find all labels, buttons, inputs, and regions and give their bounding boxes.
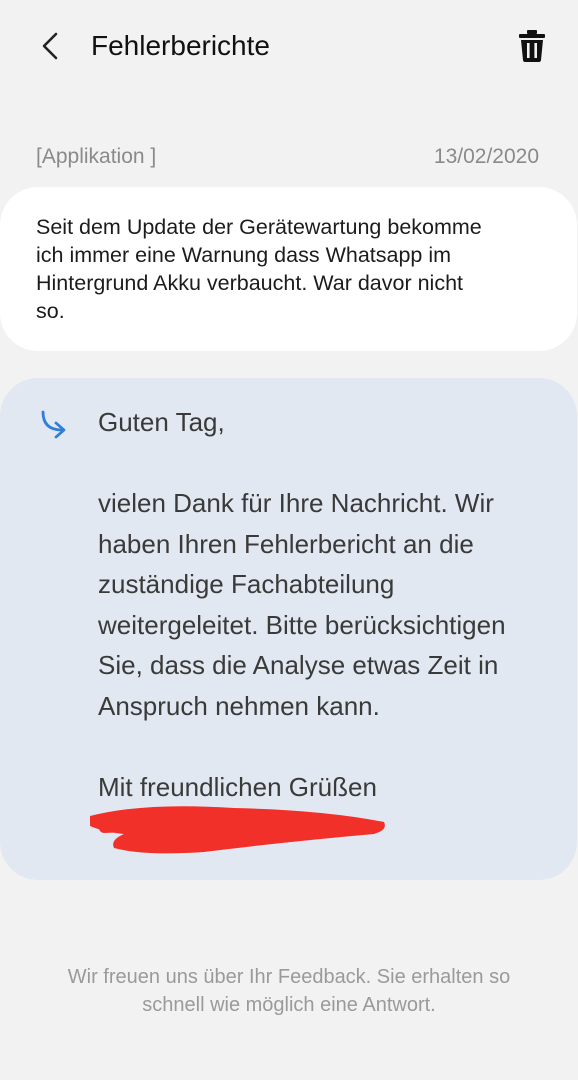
redaction-mark — [90, 806, 385, 854]
report-message: Seit dem Update der Gerätewartung bekomm… — [0, 187, 577, 351]
report-category: [Applikation ] — [36, 145, 157, 168]
back-arrow-icon — [42, 32, 58, 60]
report-date: 13/02/2020 — [433, 145, 539, 168]
feedback-notice: Wir freuen uns über Ihr Feedback. Sie er… — [67, 966, 511, 1016]
trash-icon — [519, 30, 545, 62]
reply-card: Guten Tag, vielen Dank für Ihre Nachrich… — [0, 378, 577, 880]
reply-message: Guten Tag, vielen Dank für Ihre Nachrich… — [98, 407, 506, 802]
back-button[interactable] — [28, 24, 72, 68]
report-meta: [Applikation ] 13/02/2020 — [36, 145, 539, 169]
page-title: Fehlerberichte — [91, 30, 270, 61]
app-header: Fehlerberichte — [0, 0, 578, 92]
reply-arrow-icon — [41, 410, 66, 439]
delete-button[interactable] — [510, 24, 554, 68]
